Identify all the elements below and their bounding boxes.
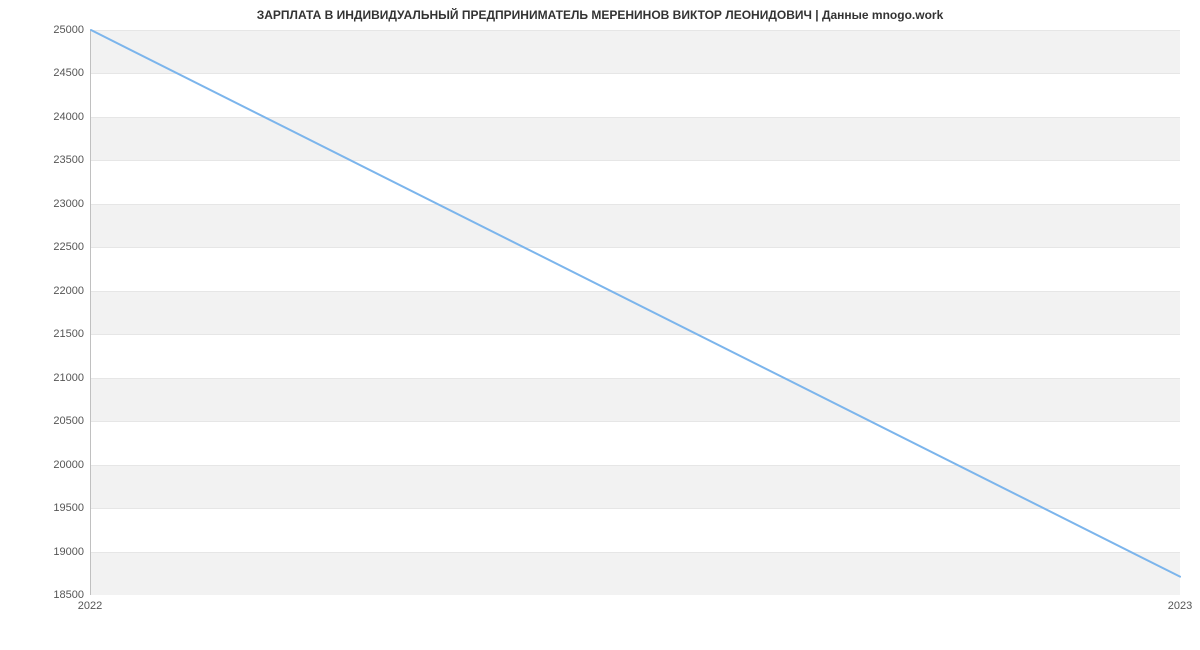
chart-container: ЗАРПЛАТА В ИНДИВИДУАЛЬНЫЙ ПРЕДПРИНИМАТЕЛ… <box>0 0 1200 650</box>
y-axis-tick-label: 19000 <box>4 546 84 558</box>
y-axis-tick-label: 21500 <box>4 328 84 340</box>
plot-area <box>90 30 1180 595</box>
y-axis-tick-label: 23000 <box>4 198 84 210</box>
y-axis-tick-label: 20500 <box>4 415 84 427</box>
y-axis-tick-label: 24000 <box>4 111 84 123</box>
series-line <box>91 30 1180 577</box>
y-axis-tick-label: 19500 <box>4 502 84 514</box>
x-axis-tick-label: 2022 <box>78 600 102 612</box>
chart-title: ЗАРПЛАТА В ИНДИВИДУАЛЬНЫЙ ПРЕДПРИНИМАТЕЛ… <box>0 8 1200 22</box>
y-axis-tick-label: 22000 <box>4 285 84 297</box>
y-axis-tick-label: 20000 <box>4 459 84 471</box>
y-axis-tick-label: 23500 <box>4 154 84 166</box>
y-axis-tick-label: 25000 <box>4 24 84 36</box>
y-axis-tick-label: 22500 <box>4 241 84 253</box>
y-axis-tick-label: 21000 <box>4 372 84 384</box>
y-axis-tick-label: 24500 <box>4 67 84 79</box>
x-axis-tick-label: 2023 <box>1168 600 1192 612</box>
y-axis-tick-label: 18500 <box>4 589 84 601</box>
line-series-svg <box>91 30 1180 594</box>
